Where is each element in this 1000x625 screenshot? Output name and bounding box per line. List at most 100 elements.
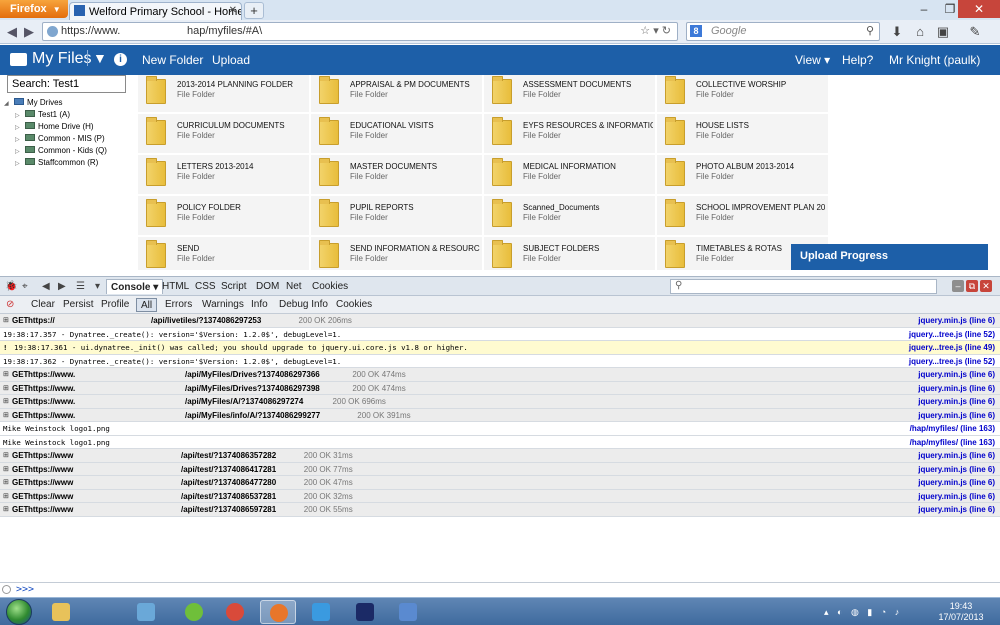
console-net-row[interactable]: ⊞ GET https://www. /api/MyFiles/Drives?1374… [0,381,1000,395]
source-link[interactable]: jquery.min.js (line 6) [918,382,995,395]
folder-item[interactable]: POLICY FOLDER File Folder [138,196,309,235]
folder-item[interactable]: 2013-2014 PLANNING FOLDER File Folder [138,75,309,112]
tree-item[interactable]: ▷ Test1 (A) [4,109,107,121]
minimize-panel-button[interactable]: – [952,280,964,292]
folder-item[interactable]: COLLECTIVE WORSHIP File Folder [657,75,828,112]
taskbar-app[interactable] [303,600,339,624]
expand-icon[interactable]: ⊞ [3,503,9,516]
search-icon[interactable]: ⚲ [866,24,874,37]
expand-icon[interactable]: ⊞ [3,449,9,462]
source-link[interactable]: jquery...tree.js (line 52) [909,328,995,341]
search-bar[interactable]: 8 Google ⚲ [686,22,880,41]
tab-script[interactable]: Script [221,279,247,294]
close-icon[interactable]: ✕ [229,5,237,16]
source-link[interactable]: jquery...tree.js (line 49) [909,341,995,354]
folder-item[interactable]: SEND INFORMATION & RESOURCES File Folder [311,237,482,270]
expand-icon[interactable]: ⊞ [3,314,9,327]
tab-dom[interactable]: DOM [256,279,279,294]
command-line[interactable]: >>> [0,582,1000,597]
taskbar-app[interactable] [43,600,79,624]
new-folder-button[interactable]: New Folder [142,53,203,67]
persist-button[interactable]: Persist [63,298,94,312]
new-tab-button[interactable]: + [244,2,264,19]
firefox-menu-button[interactable]: Firefox ▼ [0,0,68,18]
back-icon[interactable]: ◀ [42,279,50,294]
folder-item[interactable]: SUBJECT FOLDERS File Folder [484,237,655,270]
source-link[interactable]: jquery.min.js (line 6) [918,449,995,462]
back-icon[interactable]: ◀ [4,23,20,40]
source-link[interactable]: /hap/myfiles/ (line 163) [910,422,995,435]
clear-console-icon[interactable]: ⊘ [6,298,14,312]
tree-item[interactable]: ▷ Staffcommon (R) [4,157,107,169]
folder-item[interactable]: SEND File Folder [138,237,309,270]
console-net-row[interactable]: ⊞ GET https://www/api/test/?1374086357282 2… [0,449,1000,463]
folder-item[interactable]: SCHOOL IMPROVEMENT PLAN 2013 File Folder [657,196,828,235]
expand-icon[interactable]: ⊞ [3,409,9,422]
filter-info[interactable]: Info [251,298,268,312]
expand-icon[interactable]: ⊞ [3,490,9,503]
folder-item[interactable]: PUPIL REPORTS File Folder [311,196,482,235]
firebug-search-input[interactable]: ⚲ [670,279,937,294]
source-link[interactable]: jquery.min.js (line 6) [918,395,995,408]
download-icon[interactable]: ⬇ [888,23,906,40]
taskbar-app[interactable] [260,600,296,624]
detach-panel-button[interactable]: ⧉ [966,280,978,292]
panel-menu-icon[interactable]: ▾ [95,279,100,294]
view-menu[interactable]: View ▾ [795,53,830,67]
folder-item[interactable]: Scanned_Documents File Folder [484,196,655,235]
source-link[interactable]: jquery...tree.js (line 52) [909,355,995,368]
addon-icon[interactable]: ✎ [966,23,984,40]
folder-item[interactable]: APPRAISAL & PM DOCUMENTS File Folder [311,75,482,112]
firebug-icon[interactable]: 🐞 [5,279,17,294]
folder-item[interactable]: ASSESSMENT DOCUMENTS File Folder [484,75,655,112]
home-icon[interactable]: ⌂ [911,23,929,40]
expand-icon[interactable]: ⊞ [3,476,9,489]
console-net-row[interactable]: ⊞ GET https://www. /api/MyFiles/info/A/?137… [0,408,1000,422]
tab-net[interactable]: Net [286,279,302,294]
reload-icon[interactable]: ☆ ▾ ↻ [640,24,671,37]
folder-item[interactable]: EDUCATIONAL VISITS File Folder [311,114,482,153]
filter-all[interactable]: All [136,298,158,312]
tab-cookies[interactable]: Cookies [312,279,348,294]
tab-html[interactable]: HTML [162,279,189,294]
console-net-row[interactable]: ⊞ GET https://www. /api/MyFiles/A/?13740862… [0,395,1000,409]
expand-icon[interactable]: ⊞ [3,368,9,381]
console-net-row[interactable]: ⊞ GET https://www/api/test/?1374086597281 2… [0,503,1000,517]
forward-icon[interactable]: ▶ [58,279,66,294]
folder-item[interactable]: EYFS RESOURCES & INFORMATION File Folder [484,114,655,153]
taskbar-app[interactable] [176,600,212,624]
taskbar-app[interactable] [347,600,383,624]
clear-button[interactable]: Clear [31,298,55,312]
clock[interactable]: 19:43 17/07/2013 [938,601,984,623]
profile-button[interactable]: Profile [101,298,129,312]
bookmarks-icon[interactable]: ▣ [934,23,952,40]
source-link[interactable]: jquery.min.js (line 6) [918,368,995,381]
expand-icon[interactable]: ⊞ [3,463,9,476]
source-link[interactable]: jquery.min.js (line 6) [918,490,995,503]
info-icon[interactable]: i [114,53,127,66]
folder-item[interactable]: HOUSE LISTS File Folder [657,114,828,153]
source-link[interactable]: jquery.min.js (line 6) [918,476,995,489]
source-link[interactable]: jquery.min.js (line 6) [918,409,995,422]
tree-item[interactable]: ▷ Common - Kids (Q) [4,145,107,157]
filter-cookies[interactable]: Cookies [336,298,372,312]
tree-item[interactable]: ◢ My Drives [4,97,107,109]
expand-icon[interactable]: ▷ [15,158,25,170]
menu-lines-icon[interactable]: ☰ [76,279,85,294]
folder-item[interactable]: LETTERS 2013-2014 File Folder [138,155,309,194]
filter-errors[interactable]: Errors [165,298,192,312]
folder-item[interactable]: PHOTO ALBUM 2013-2014 File Folder [657,155,828,194]
console-net-row[interactable]: ⊞ GET https://www/api/test/?1374086417281 2… [0,462,1000,476]
tab-css[interactable]: CSS [195,279,216,294]
tab-console[interactable]: Console ▾ [106,279,164,294]
taskbar-app[interactable] [217,600,253,624]
chevron-down-icon[interactable]: ▼ [87,50,107,66]
browser-tab[interactable]: Welford Primary School - Home Access ...… [69,2,242,20]
folder-item[interactable]: MEDICAL INFORMATION File Folder [484,155,655,194]
source-link[interactable]: jquery.min.js (line 6) [918,314,995,327]
source-link[interactable]: jquery.min.js (line 6) [918,463,995,476]
console-net-row[interactable]: ⊞ GET https://www/api/test/?1374086477280 2… [0,476,1000,490]
expand-icon[interactable]: ⊞ [3,382,9,395]
window-close-button[interactable]: ✕ [958,0,1000,18]
console-net-row[interactable]: ⊞ GET https:// /api/livetiles/?137408629725… [0,314,1000,328]
